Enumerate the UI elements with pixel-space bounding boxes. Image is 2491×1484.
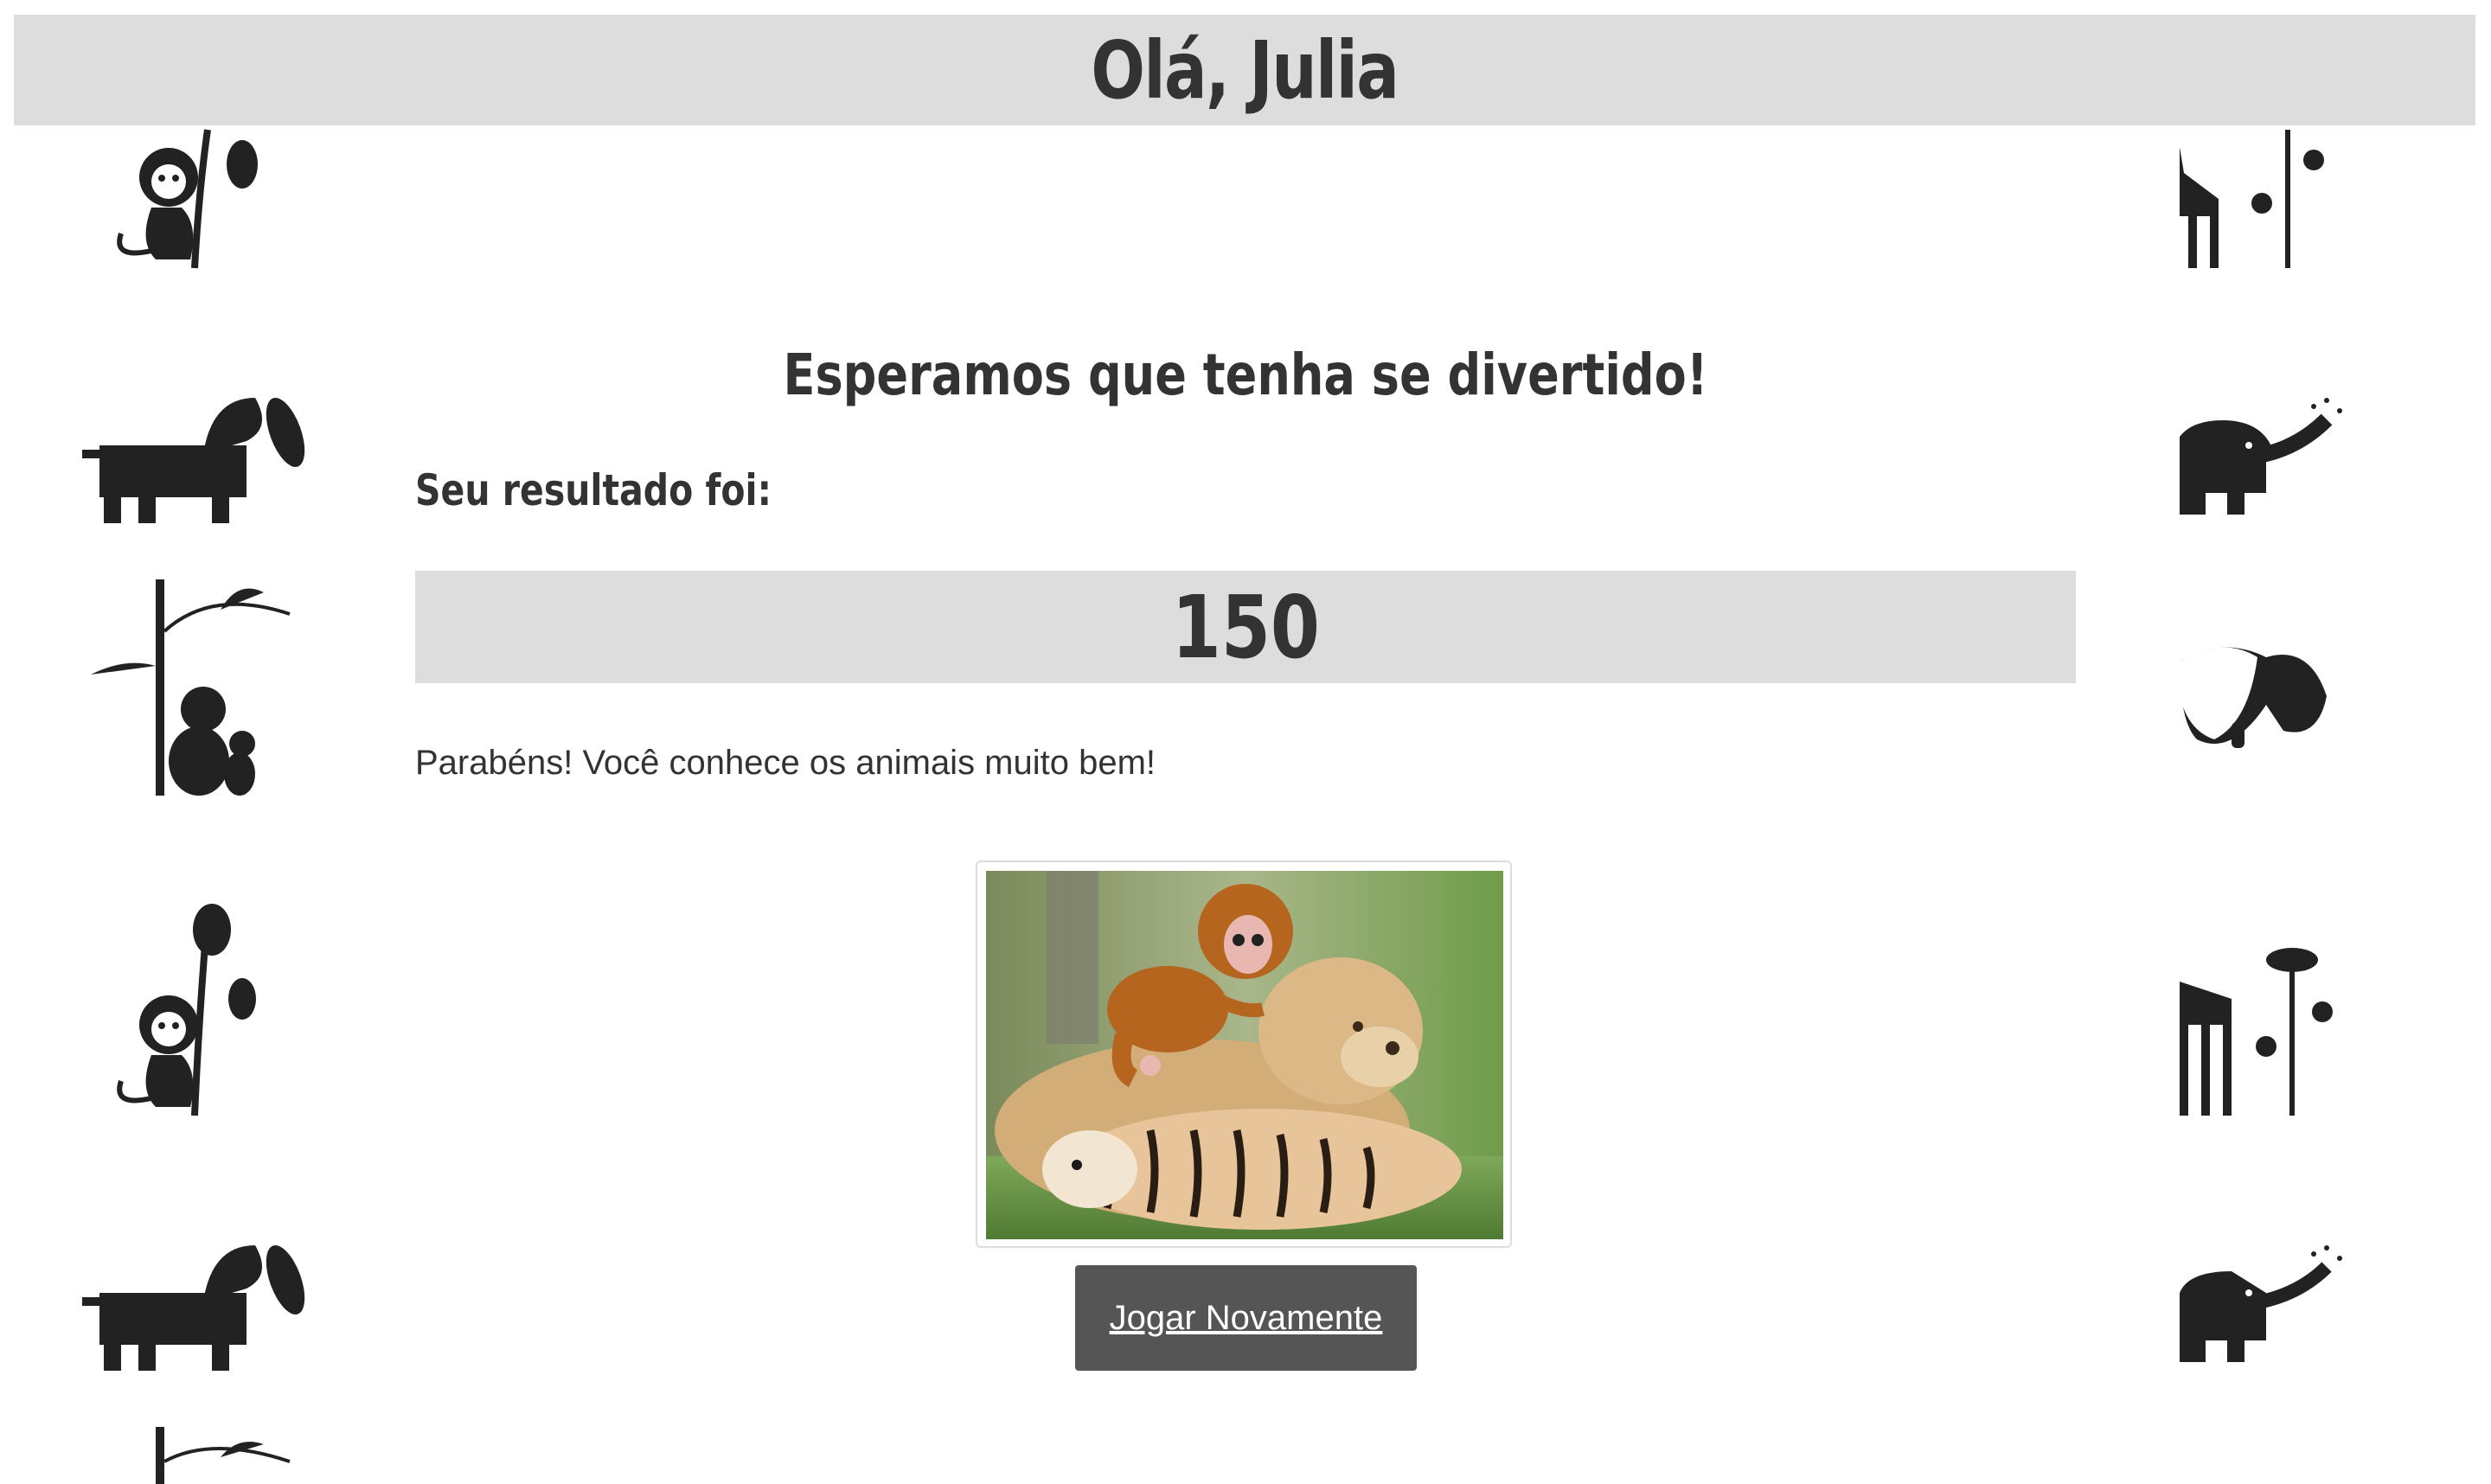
elephant-icon bbox=[2180, 398, 2342, 515]
giraffe-icon bbox=[2180, 948, 2333, 1116]
subtitle: Esperamos que tenha se divertido! bbox=[783, 342, 1708, 408]
koala-icon bbox=[156, 1427, 291, 1484]
score-box: 150 bbox=[415, 571, 2076, 683]
dog-icon bbox=[82, 398, 305, 523]
dog-icon bbox=[82, 1245, 305, 1371]
koala-icon bbox=[91, 579, 291, 796]
dog-icon bbox=[2180, 647, 2327, 748]
results-page: Olá, Julia Esperamos que tenha se divert… bbox=[0, 0, 2491, 1484]
play-again-button[interactable]: Jogar Novamente bbox=[1075, 1265, 1417, 1371]
result-photo bbox=[976, 860, 1512, 1248]
result-label: Seu resultado foi: bbox=[415, 465, 772, 515]
result-message: Parabéns! Você conhece os animais muito … bbox=[415, 744, 1156, 782]
elephant-icon bbox=[2180, 1245, 2342, 1362]
page-title: Olá, Julia bbox=[1091, 23, 1400, 117]
monkey-icon bbox=[117, 129, 258, 269]
giraffe-icon bbox=[2158, 121, 2324, 268]
score-value: 150 bbox=[1171, 576, 1320, 678]
animals-photo bbox=[986, 871, 1503, 1239]
main-content: Esperamos que tenha se divertido! Seu re… bbox=[398, 125, 2180, 1484]
monkey-icon bbox=[117, 904, 256, 1116]
header: Olá, Julia bbox=[14, 15, 2475, 125]
